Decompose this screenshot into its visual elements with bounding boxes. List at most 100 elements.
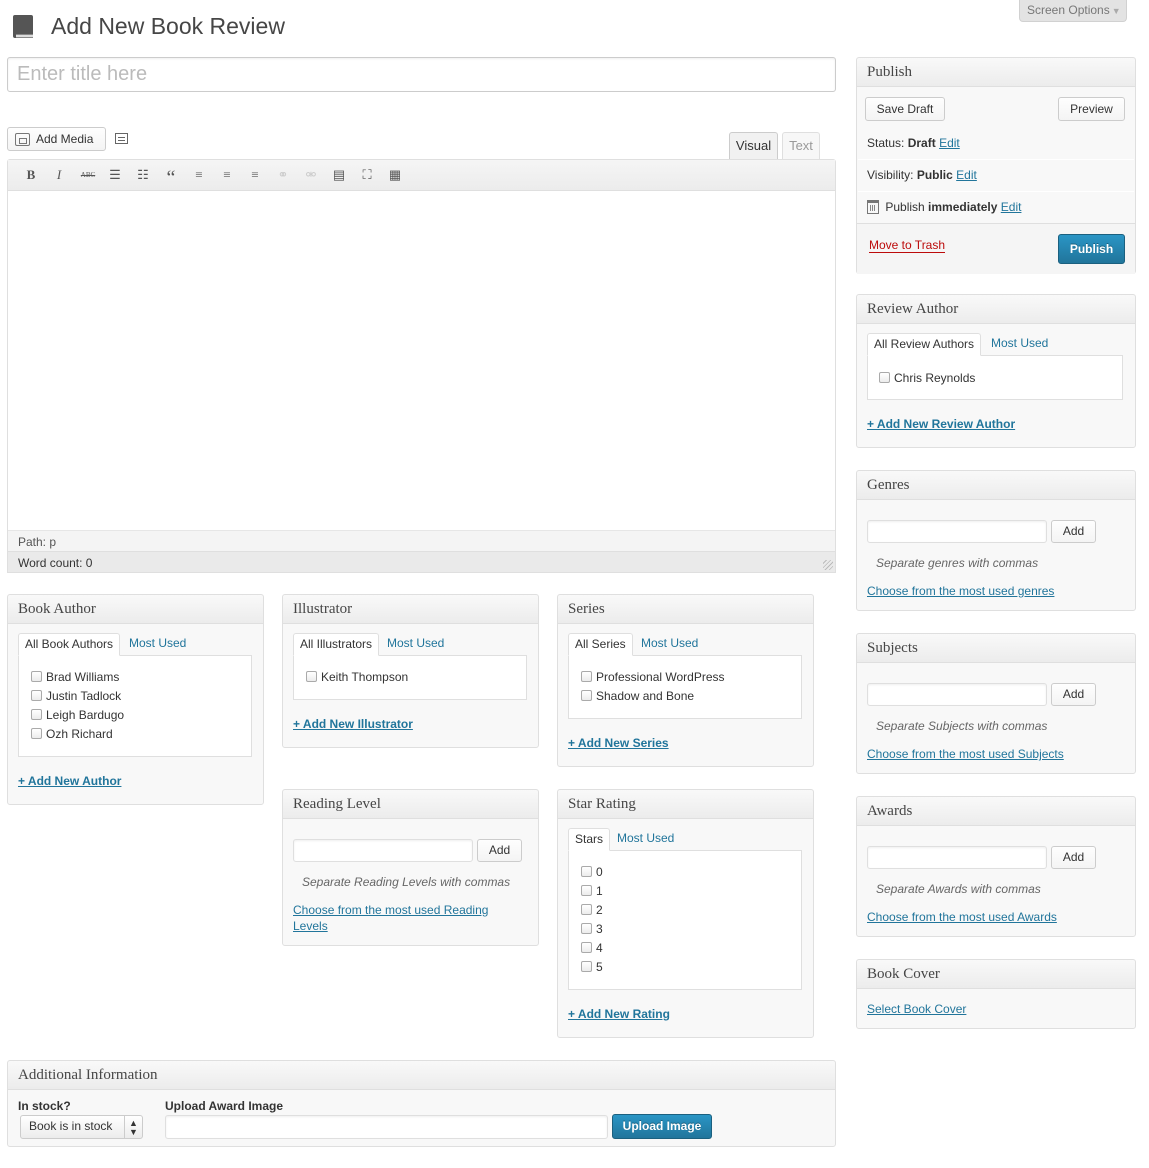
checkbox-book-author[interactable]: Ozh Richard	[31, 727, 113, 741]
read-more-icon[interactable]: ▤	[329, 166, 349, 184]
add-media-button[interactable]: Add Media	[7, 127, 106, 151]
blockquote-icon[interactable]: “	[161, 166, 181, 189]
upload-image-button[interactable]: Upload Image	[612, 1114, 712, 1139]
bold-icon[interactable]: B	[21, 166, 41, 184]
edit-schedule-link[interactable]: Edit	[1001, 200, 1022, 214]
checkbox-star-rating[interactable]: 5	[581, 960, 603, 974]
illustrator-header[interactable]: Illustrator	[283, 595, 538, 624]
subjects-header[interactable]: Subjects	[857, 634, 1135, 663]
checkbox-icon[interactable]	[879, 372, 890, 383]
insert-form-icon[interactable]	[115, 133, 128, 144]
upload-award-image-input[interactable]	[165, 1115, 608, 1139]
additional-info-header[interactable]: Additional Information	[8, 1061, 835, 1090]
checkbox-star-rating[interactable]: 3	[581, 922, 603, 936]
subjects-input[interactable]	[867, 683, 1047, 706]
publish-button[interactable]: Publish	[1058, 234, 1125, 264]
strikethrough-icon[interactable]: ABC	[78, 166, 98, 184]
genres-most-used-link[interactable]: Choose from the most used genres	[867, 583, 1054, 599]
preview-button[interactable]: Preview	[1058, 97, 1125, 121]
checkbox-icon[interactable]	[31, 728, 42, 739]
numbered-list-icon[interactable]: ☷	[133, 166, 153, 184]
checkbox-review-author[interactable]: Chris Reynolds	[879, 371, 975, 385]
add-new-series-link[interactable]: + Add New Series	[568, 736, 669, 750]
checkbox-book-author[interactable]: Justin Tadlock	[31, 689, 121, 703]
checkbox-icon[interactable]	[581, 961, 592, 972]
tab-visual[interactable]: Visual	[729, 132, 778, 160]
subjects-most-used-link[interactable]: Choose from the most used Subjects	[867, 746, 1064, 762]
kitchen-sink-icon[interactable]: ▦	[385, 166, 405, 184]
in-stock-select[interactable]: Book is in stock ▲ ▼	[20, 1115, 143, 1139]
tab-most-used-review-authors[interactable]: Most Used	[985, 333, 1054, 356]
checkbox-icon[interactable]	[31, 671, 42, 682]
reading-level-header[interactable]: Reading Level	[283, 790, 538, 819]
genres-input[interactable]	[867, 520, 1047, 543]
edit-status-link[interactable]: Edit	[939, 136, 960, 150]
awards-most-used-link[interactable]: Choose from the most used Awards	[867, 909, 1057, 925]
edit-visibility-link[interactable]: Edit	[956, 168, 977, 182]
genres-add-button[interactable]: Add	[1051, 520, 1096, 543]
bullet-list-icon[interactable]: ☰	[105, 166, 125, 184]
fullscreen-icon[interactable]: ⛶	[357, 166, 377, 184]
save-draft-button[interactable]: Save Draft	[865, 97, 945, 121]
checkbox-icon[interactable]	[581, 904, 592, 915]
tab-stars[interactable]: Stars	[568, 828, 611, 851]
awards-input[interactable]	[867, 846, 1047, 869]
post-title-input[interactable]: Enter title here	[7, 57, 836, 92]
book-cover-header[interactable]: Book Cover	[857, 960, 1135, 989]
checkbox-icon[interactable]	[581, 690, 592, 701]
checkbox-icon[interactable]	[581, 866, 592, 877]
checkbox-star-rating[interactable]: 2	[581, 903, 603, 917]
remove-link-icon[interactable]: ⚮	[301, 166, 321, 184]
genres-header[interactable]: Genres	[857, 471, 1135, 500]
checkbox-icon[interactable]	[581, 923, 592, 934]
book-author-header[interactable]: Book Author	[8, 595, 263, 624]
checkbox-icon[interactable]	[581, 671, 592, 682]
screen-options-toggle[interactable]: Screen Options ▼	[1019, 0, 1127, 22]
checkbox-star-rating[interactable]: 0	[581, 865, 603, 879]
tab-text[interactable]: Text	[782, 132, 820, 159]
reading-level-input[interactable]	[293, 839, 473, 862]
star-rating-header[interactable]: Star Rating	[558, 790, 813, 819]
checkbox-icon[interactable]	[306, 671, 317, 682]
awards-add-button[interactable]: Add	[1051, 846, 1096, 869]
reading-level-add-button[interactable]: Add	[477, 839, 522, 862]
add-new-rating-link[interactable]: + Add New Rating	[568, 1007, 670, 1021]
move-to-trash-link[interactable]: Move to Trash	[869, 238, 946, 253]
add-new-author-link[interactable]: + Add New Author	[18, 774, 121, 788]
editor-body[interactable]	[8, 191, 835, 530]
tab-most-used-book-authors[interactable]: Most Used	[123, 633, 192, 656]
series-header[interactable]: Series	[558, 595, 813, 624]
add-new-illustrator-link[interactable]: + Add New Illustrator	[293, 717, 413, 731]
checkbox-series[interactable]: Shadow and Bone	[581, 689, 694, 703]
align-right-icon[interactable]: ≡	[245, 166, 265, 184]
subjects-add-button[interactable]: Add	[1051, 683, 1096, 706]
tab-all-series[interactable]: All Series	[568, 633, 633, 656]
align-left-icon[interactable]: ≡	[189, 166, 209, 184]
tab-all-review-authors[interactable]: All Review Authors	[867, 333, 982, 356]
align-center-icon[interactable]: ≡	[217, 166, 237, 184]
checkbox-illustrator[interactable]: Keith Thompson	[306, 670, 408, 684]
checkbox-icon[interactable]	[581, 942, 592, 953]
reading-level-most-used-link[interactable]: Choose from the most used Reading Levels	[293, 902, 488, 934]
italic-icon[interactable]: I	[49, 166, 69, 184]
select-book-cover-link[interactable]: Select Book Cover	[867, 1001, 966, 1017]
publish-box-header[interactable]: Publish	[857, 58, 1135, 87]
checkbox-series[interactable]: Professional WordPress	[581, 670, 725, 684]
tab-all-illustrators[interactable]: All Illustrators	[293, 633, 380, 656]
checkbox-icon[interactable]	[31, 690, 42, 701]
tab-most-used-stars[interactable]: Most Used	[611, 828, 680, 851]
awards-header[interactable]: Awards	[857, 797, 1135, 826]
add-new-review-author-link[interactable]: + Add New Review Author	[867, 417, 1015, 431]
tab-all-book-authors[interactable]: All Book Authors	[18, 633, 121, 656]
checkbox-star-rating[interactable]: 1	[581, 884, 603, 898]
resize-handle-icon[interactable]	[823, 560, 833, 570]
checkbox-book-author[interactable]: Leigh Bardugo	[31, 708, 124, 722]
checkbox-icon[interactable]	[31, 709, 42, 720]
checkbox-icon[interactable]	[581, 885, 592, 896]
tab-most-used-series[interactable]: Most Used	[635, 633, 704, 656]
checkbox-book-author[interactable]: Brad Williams	[31, 670, 119, 684]
tab-most-used-illustrators[interactable]: Most Used	[381, 633, 450, 656]
checkbox-star-rating[interactable]: 4	[581, 941, 603, 955]
review-author-header[interactable]: Review Author	[857, 295, 1135, 324]
insert-link-icon[interactable]: ⚭	[273, 166, 293, 184]
